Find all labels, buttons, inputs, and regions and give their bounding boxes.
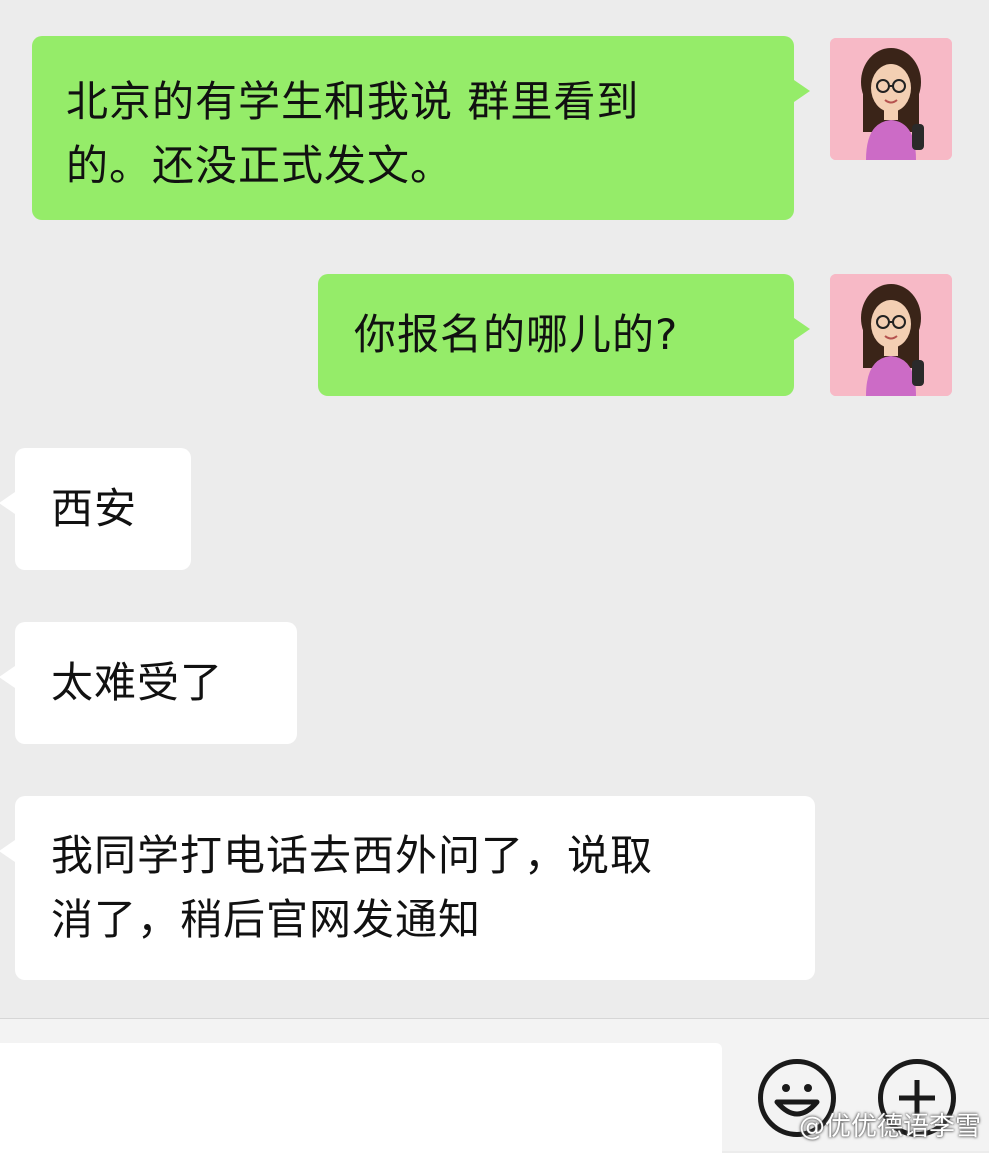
input-bar: @优优德语李雪	[0, 1018, 989, 1153]
watermark: @优优德语李雪	[798, 1112, 981, 1142]
user-avatar-icon	[830, 38, 952, 160]
message-line: 的。还没正式发文。	[66, 141, 454, 190]
message-input[interactable]	[0, 1043, 722, 1153]
avatar[interactable]	[830, 274, 952, 396]
message-bubble-outgoing[interactable]: 北京的有学生和我说 群里看到 的。还没正式发文。	[32, 36, 810, 220]
message-line: 消了，稍后官网发通知	[51, 895, 482, 944]
message-bubble-incoming[interactable]: 我同学打电话去西外问了，说取 消了，稍后官网发通知	[0, 796, 815, 980]
message-line: 你报名的哪儿的?	[354, 310, 679, 359]
chat-area[interactable]: 北京的有学生和我说 群里看到 的。还没正式发文。 你报名的哪儿的? 西安 太难受…	[0, 0, 989, 1018]
message-line: 北京的有学生和我说 群里看到	[66, 77, 640, 126]
message-bubble-incoming[interactable]: 太难受了	[0, 622, 297, 744]
message-bubble-outgoing[interactable]: 你报名的哪儿的?	[318, 274, 810, 396]
message-line: 西安	[51, 484, 138, 533]
user-avatar-icon	[830, 274, 952, 396]
avatar[interactable]	[830, 38, 952, 160]
message-line: 太难受了	[51, 658, 224, 707]
message-bubble-incoming[interactable]: 西安	[0, 448, 191, 570]
message-line: 我同学打电话去西外问了，说取	[51, 831, 654, 880]
